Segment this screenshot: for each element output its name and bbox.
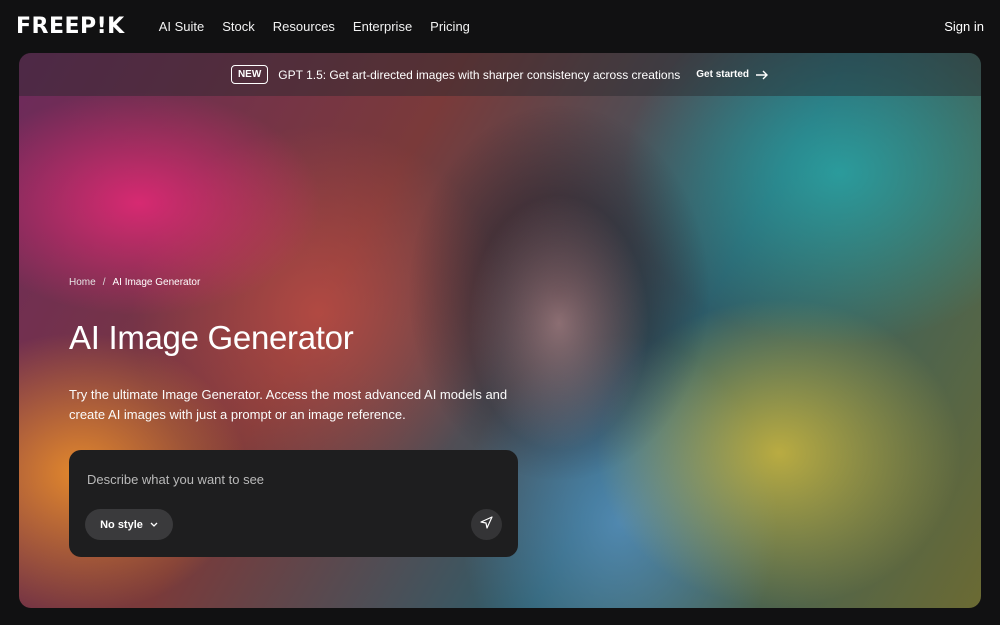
announcement-banner: NEW GPT 1.5: Get art-directed images wit…: [19, 53, 981, 96]
send-icon: [480, 515, 493, 534]
freepik-logo[interactable]: FREEP!K: [16, 14, 125, 39]
breadcrumb-separator: /: [102, 277, 106, 288]
page-title: AI Image Generator: [69, 319, 354, 356]
sign-in-link[interactable]: Sign in: [944, 19, 984, 34]
prompt-input[interactable]: [87, 468, 497, 490]
new-badge: NEW: [230, 65, 269, 84]
nav-enterprise[interactable]: Enterprise: [353, 19, 412, 34]
style-dropdown-label: No style: [100, 518, 143, 531]
arrow-right-icon: [755, 67, 769, 83]
nav-pricing[interactable]: Pricing: [430, 19, 470, 34]
breadcrumb-current: AI Image Generator: [112, 277, 201, 288]
nav-stock[interactable]: Stock: [222, 19, 255, 34]
prompt-panel: No style: [69, 450, 518, 557]
style-dropdown[interactable]: No style: [85, 509, 173, 540]
main-nav: AI Suite Stock Resources Enterprise Pric…: [159, 19, 488, 34]
get-started-label: Get started: [696, 69, 750, 80]
breadcrumb: Home / AI Image Generator: [69, 277, 200, 288]
top-navigation-bar: FREEP!K AI Suite Stock Resources Enterpr…: [0, 0, 1000, 52]
hero-description: Try the ultimate Image Generator. Access…: [69, 387, 508, 422]
get-started-link[interactable]: Get started: [696, 67, 769, 83]
send-button[interactable]: [471, 509, 502, 540]
announcement-text: GPT 1.5: Get art-directed images with sh…: [278, 67, 681, 82]
hero-section: NEW GPT 1.5: Get art-directed images wit…: [19, 53, 981, 608]
nav-resources[interactable]: Resources: [273, 19, 335, 34]
nav-ai-suite[interactable]: AI Suite: [159, 19, 205, 34]
breadcrumb-home[interactable]: Home: [69, 277, 96, 288]
chevron-down-icon: [150, 520, 158, 530]
